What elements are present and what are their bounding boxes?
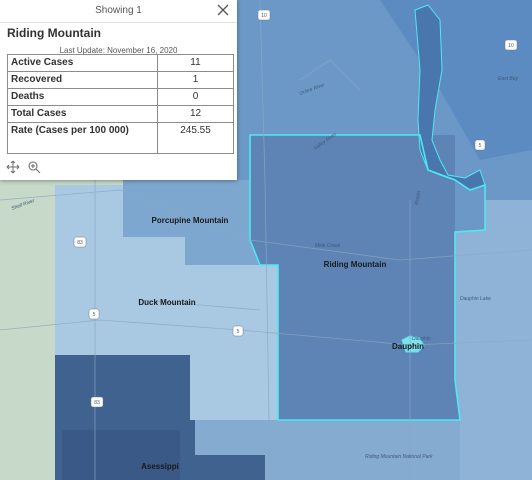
east-bay-label: East Bay	[498, 76, 519, 82]
svg-text:83: 83	[94, 400, 100, 406]
zoom-to-icon[interactable]	[27, 160, 41, 174]
info-popup: Showing 1 Riding Mountain Last Update: N…	[0, 0, 237, 180]
table-row: Total Cases 12	[7, 105, 234, 123]
row-value: 245.55	[157, 122, 234, 154]
table-row: Rate (Cases per 100 000) 245.55	[7, 122, 234, 154]
duck-mountain-label: Duck Mountain	[138, 298, 195, 307]
riding-mountain-region[interactable]	[250, 135, 460, 420]
park-label: Riding Mountain National Park	[365, 454, 433, 460]
row-label: Active Cases	[7, 54, 158, 72]
dauphin-lake-label: Dauphin Lake	[460, 296, 491, 302]
row-value: 11	[157, 54, 234, 72]
popup-counter: Showing 1	[95, 5, 142, 16]
svg-text:10: 10	[261, 13, 267, 19]
popup-header: Showing 1	[0, 0, 237, 23]
stats-table: Active Cases 11 Recovered 1 Deaths 0 Tot…	[7, 54, 234, 154]
svg-text:5: 5	[93, 312, 96, 318]
row-label: Total Cases	[7, 105, 158, 123]
table-row: Recovered 1	[7, 71, 234, 89]
row-value: 12	[157, 105, 234, 123]
riding-mountain-label: Riding Mountain	[324, 260, 387, 269]
svg-text:83: 83	[77, 240, 83, 246]
western-land	[0, 180, 55, 480]
asessippi-label: Asessippi	[141, 462, 179, 471]
popup-title: Riding Mountain	[7, 26, 101, 40]
move-icon[interactable]	[6, 160, 20, 174]
table-row: Deaths 0	[7, 88, 234, 106]
porcupine-mountain-label: Porcupine Mountain	[152, 216, 229, 225]
svg-text:5: 5	[237, 329, 240, 335]
svg-text:10: 10	[508, 43, 514, 49]
row-label: Recovered	[7, 71, 158, 89]
row-value: 0	[157, 88, 234, 106]
dauphin-lake-region	[455, 200, 532, 480]
table-row: Active Cases 11	[7, 54, 234, 72]
mink-creek-label: Mink Creek	[315, 243, 341, 249]
row-label: Deaths	[7, 88, 158, 106]
row-value: 1	[157, 71, 234, 89]
svg-text:5: 5	[479, 143, 482, 149]
popup-footer	[0, 154, 237, 180]
asessippi-inner	[62, 430, 180, 480]
dauphin-label: Dauphin	[392, 342, 424, 351]
row-label: Rate (Cases per 100 000)	[7, 122, 158, 154]
close-icon[interactable]	[215, 2, 231, 18]
